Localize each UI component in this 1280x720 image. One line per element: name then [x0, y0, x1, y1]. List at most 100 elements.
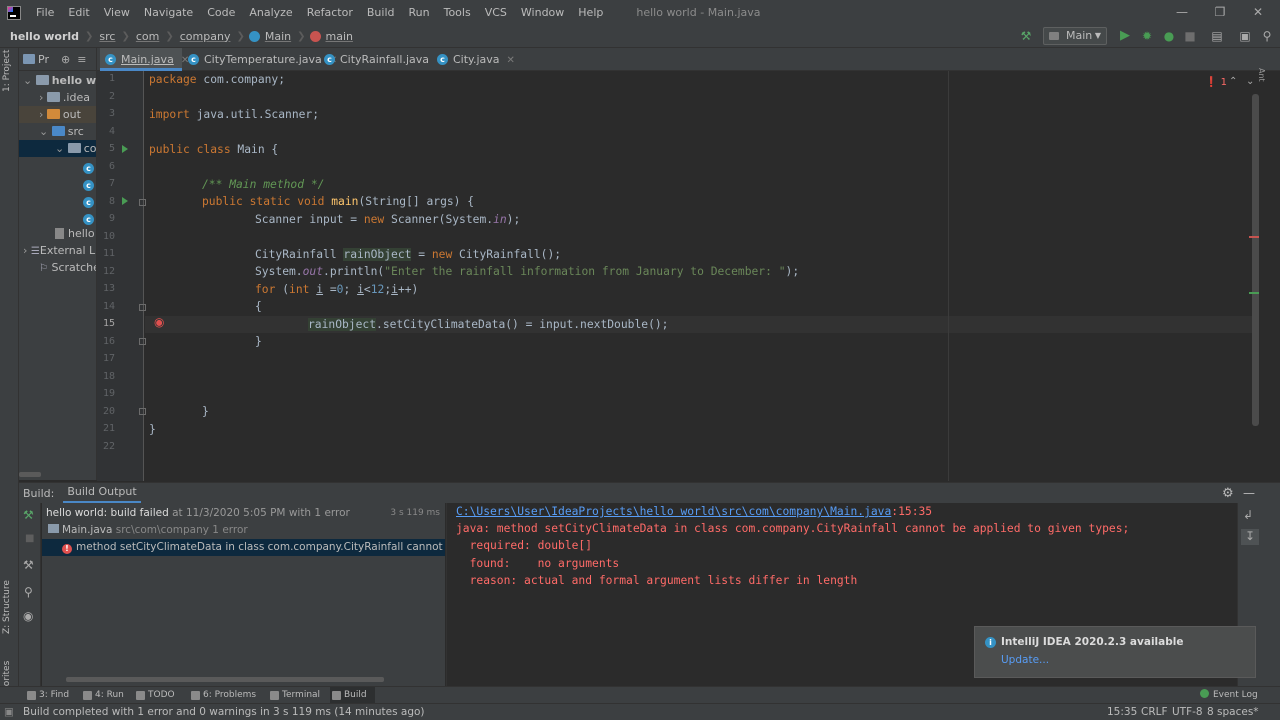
next-error-icon[interactable]: ⌄ [1246, 76, 1254, 87]
menu-view[interactable]: View [97, 0, 137, 25]
close-tab-icon[interactable]: ✕ [507, 55, 515, 66]
menu-refactor[interactable]: Refactor [300, 0, 360, 25]
build-file-row[interactable]: Main.java src\com\company 1 error [48, 522, 248, 539]
hide-panel-icon[interactable]: — [1243, 486, 1255, 500]
tree-item-iml-file[interactable]: hello w [55, 225, 96, 242]
breadcrumb-main-method[interactable]: main [324, 30, 355, 43]
menu-analyze[interactable]: Analyze [242, 0, 299, 25]
error-stripe-marker[interactable] [1249, 236, 1259, 238]
event-log-button[interactable]: Event Log [1200, 687, 1258, 704]
tree-item-package[interactable]: ⌄ co [19, 140, 96, 157]
ant-tool-label[interactable]: Ant [1257, 68, 1266, 82]
build-error-row[interactable]: ! method setCityClimateData in class com.… [42, 539, 445, 556]
tree-item-project[interactable]: ⌄ hello worl [23, 72, 96, 89]
fold-marker-icon[interactable] [139, 304, 146, 311]
breadcrumb-company[interactable]: company [178, 30, 233, 43]
horizontal-scrollbar[interactable] [19, 472, 41, 477]
menu-edit[interactable]: Edit [61, 0, 96, 25]
fold-marker-icon[interactable] [139, 338, 146, 345]
tab-run[interactable]: 4: Run [81, 687, 124, 704]
build-hammer-icon[interactable]: ⚒ [1018, 28, 1034, 44]
collapse-icon[interactable]: ≡ [77, 53, 86, 66]
breadcrumb-com[interactable]: com [134, 30, 162, 43]
fold-marker-icon[interactable] [139, 408, 146, 415]
tab-cityrainfall-java[interactable]: cCityRainfall.java✕ [319, 48, 444, 71]
settings-gear-icon[interactable]: ⚙ [1222, 486, 1234, 501]
pin-icon[interactable]: ⚲ [24, 585, 33, 599]
build-tree-scrollbar[interactable] [66, 677, 384, 682]
tab-todo[interactable]: TODO [134, 687, 175, 704]
tree-item-src[interactable]: ⌄ src [39, 123, 84, 140]
status-layout-icon[interactable]: ▣ [4, 704, 14, 720]
tab-city-java[interactable]: c City.java ✕ [432, 48, 515, 71]
build-root-row[interactable]: hello world: build failed at 11/3/2020 5… [46, 505, 444, 522]
run-configuration-select[interactable]: Main ▼ [1043, 27, 1107, 45]
editor-vertical-scrollbar[interactable] [1252, 94, 1259, 426]
layout-icon[interactable]: ▣ [1237, 28, 1253, 44]
stop-icon[interactable]: ■ [1182, 28, 1198, 44]
update-link[interactable]: Update... [1001, 654, 1049, 666]
tree-item-idea[interactable]: › .idea [39, 89, 90, 106]
previous-error-icon[interactable]: ⌃ [1229, 76, 1237, 87]
close-window-icon[interactable]: ✕ [1240, 0, 1276, 25]
project-panel: Pr ⊕ ≡ ⌄ hello worl › .idea › out ⌄ src … [19, 48, 97, 480]
debug-icon[interactable]: ✹ [1139, 28, 1155, 44]
line-separator[interactable]: CRLF [1141, 704, 1168, 720]
tab-terminal[interactable]: Terminal [268, 687, 320, 704]
project-tool-label[interactable]: 1: Project [2, 50, 12, 92]
eye-icon[interactable]: ◉ [23, 609, 33, 623]
tree-item-class[interactable]: c [83, 174, 96, 191]
caret-position[interactable]: 15:35 [1107, 704, 1137, 720]
code-text: ); [506, 213, 521, 226]
menu-vcs[interactable]: VCS [478, 0, 514, 25]
fold-marker-icon[interactable] [139, 199, 146, 206]
build-hammer-icon[interactable]: ⚒ [23, 508, 34, 522]
breadcrumb-main-class[interactable]: Main [263, 30, 293, 43]
tree-item-scratches[interactable]: ⚐ Scratches [39, 259, 96, 276]
run-class-gutter-icon[interactable] [122, 145, 128, 153]
project-structure-icon[interactable]: ▤ [1209, 28, 1225, 44]
tree-item-external-libraries[interactable]: › ☰External L [23, 242, 95, 259]
run-icon[interactable]: ▶ [1117, 28, 1133, 44]
search-icon[interactable]: ⚲ [1259, 28, 1275, 44]
wrench-icon[interactable]: ⚒ [23, 558, 34, 572]
tab-build[interactable]: Build [330, 687, 375, 704]
restore-icon[interactable]: ❐ [1202, 0, 1238, 25]
tab-main-java[interactable]: c Main.java ✕ [100, 48, 189, 71]
file-encoding[interactable]: UTF-8 [1172, 704, 1203, 720]
project-panel-title[interactable]: Pr [38, 53, 49, 66]
tree-item-class[interactable]: c [83, 191, 96, 208]
error-count-indicator[interactable]: ❗ 1 [1205, 77, 1227, 88]
update-notification[interactable]: i IntelliJ IDEA 2020.2.3 available Updat… [974, 626, 1256, 678]
tab-problems[interactable]: 6: Problems [189, 687, 256, 704]
structure-tool-label[interactable]: Z: Structure [2, 580, 12, 634]
menu-file[interactable]: File [29, 0, 61, 25]
change-stripe-marker[interactable] [1249, 292, 1259, 294]
coverage-icon[interactable]: ● [1161, 28, 1177, 44]
menu-run[interactable]: Run [402, 0, 437, 25]
soft-wrap-icon[interactable]: ↲ [1243, 508, 1253, 522]
error-file-link[interactable]: C:\Users\User\IdeaProjects\hello world\s… [456, 505, 891, 518]
tab-find[interactable]: 3: Find [25, 687, 69, 704]
tab-build-output[interactable]: Build Output [63, 483, 141, 504]
tree-item-class[interactable]: c [83, 157, 96, 174]
run-method-gutter-icon[interactable] [122, 197, 128, 205]
status-message[interactable]: Build completed with 1 error and 0 warni… [23, 704, 425, 720]
locate-icon[interactable]: ⊕ [61, 53, 70, 66]
scroll-to-end-icon[interactable]: ↧ [1241, 529, 1259, 545]
menu-build[interactable]: Build [360, 0, 402, 25]
menu-help[interactable]: Help [571, 0, 610, 25]
stop-build-icon[interactable]: ■ [25, 533, 34, 544]
indent-setting[interactable]: 8 spaces* [1207, 704, 1259, 720]
menu-tools[interactable]: Tools [437, 0, 478, 25]
breadcrumb-project[interactable]: hello world [8, 30, 81, 43]
menu-code[interactable]: Code [200, 0, 242, 25]
minimize-icon[interactable]: — [1164, 0, 1200, 25]
tree-item-class[interactable]: c [83, 208, 96, 225]
tree-item-out[interactable]: › out [19, 106, 96, 123]
error-bulb-icon[interactable]: ◉ [154, 315, 164, 329]
breadcrumb-src[interactable]: src [97, 30, 117, 43]
menu-window[interactable]: Window [514, 0, 571, 25]
menu-navigate[interactable]: Navigate [137, 0, 200, 25]
tab-citytemperature-java[interactable]: cCityTemperature.java✕ [183, 48, 337, 71]
